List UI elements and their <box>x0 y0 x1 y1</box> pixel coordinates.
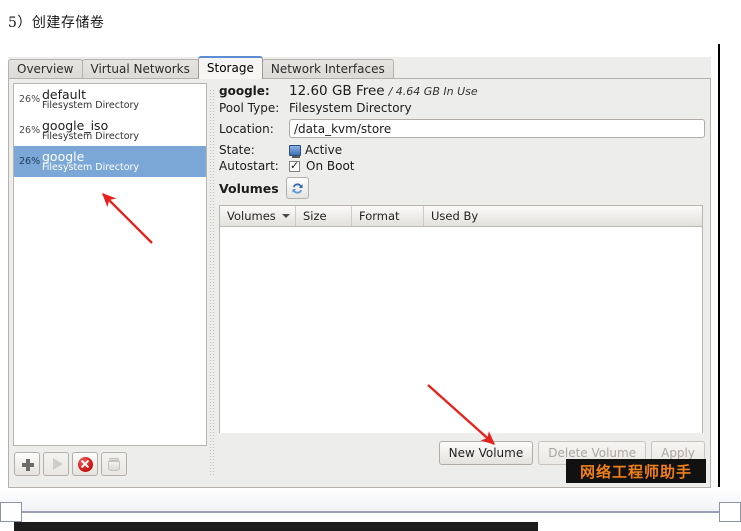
tab-overview[interactable]: Overview <box>8 59 83 79</box>
autostart-checkbox[interactable] <box>289 159 300 172</box>
pool-type-label: Pool Type: <box>219 101 280 115</box>
pool-type: Filesystem Directory <box>42 131 140 143</box>
pool-type: Filesystem Directory <box>42 162 140 174</box>
tab-bar: Overview Virtual Networks Storage Networ… <box>8 56 711 79</box>
stop-pool-button[interactable] <box>72 452 98 476</box>
pool-autostart-value: On Boot <box>306 159 355 173</box>
pool-usage-percent: 26% <box>19 94 41 105</box>
storage-pool-list[interactable]: 26% default Filesystem Directory 26% goo… <box>13 83 207 446</box>
pool-used-space: / 4.64 GB In Use <box>388 84 478 98</box>
pool-state-value: Active <box>305 143 343 157</box>
column-header-format[interactable]: Format <box>352 206 424 226</box>
pool-type-value: Filesystem Directory <box>289 101 412 115</box>
pool-capacity-row: google: 12.60 GB Free / 4.64 GB In Use <box>219 83 705 99</box>
storage-tab-content: 26% default Filesystem Directory 26% goo… <box>8 79 711 488</box>
pool-list-item-default[interactable]: 26% default Filesystem Directory <box>14 84 206 115</box>
bottom-divider-right-cap <box>719 502 741 522</box>
bottom-black-bar <box>14 522 538 531</box>
delete-pool-button[interactable] <box>101 452 127 476</box>
screenshot-root: 5）创建存储卷 Overview Virtual Networks Storag… <box>0 0 741 531</box>
column-header-used-by[interactable]: Used By <box>424 206 702 226</box>
volumes-title: Volumes <box>219 180 279 196</box>
monitor-icon <box>289 144 301 158</box>
chevron-down-icon <box>281 214 290 218</box>
volumes-table-header: Volumes Size Format Used By <box>220 206 702 227</box>
pool-location-input[interactable]: /data_kvm/store <box>289 119 705 138</box>
page-right-edge <box>718 44 720 487</box>
tab-storage[interactable]: Storage <box>197 56 263 79</box>
volumes-table[interactable]: Volumes Size Format Used By <box>219 205 703 433</box>
pool-type: Filesystem Directory <box>42 100 140 112</box>
pool-location-row: Location: /data_kvm/store <box>219 119 705 138</box>
trash-icon <box>108 457 120 471</box>
column-header-volumes[interactable]: Volumes <box>220 206 296 226</box>
pool-free-space: 12.60 GB Free <box>289 83 385 99</box>
page-title: 5）创建存储卷 <box>8 15 105 31</box>
add-pool-button[interactable] <box>14 452 40 476</box>
bottom-divider-left-cap <box>0 502 22 522</box>
virt-manager-window: Overview Virtual Networks Storage Networ… <box>8 56 711 488</box>
refresh-volumes-button[interactable] <box>285 177 309 199</box>
pool-state-row: State: Active <box>219 143 705 158</box>
pool-pane: 26% default Filesystem Directory 26% goo… <box>13 83 207 481</box>
pool-state-label: State: <box>219 143 255 157</box>
watermark: 网络工程师助手 <box>566 459 706 483</box>
pool-type-row: Pool Type: Filesystem Directory <box>219 101 705 115</box>
volumes-header: Volumes <box>219 177 309 199</box>
tab-network-interfaces[interactable]: Network Interfaces <box>261 59 394 79</box>
pool-toolbar <box>14 452 127 476</box>
start-pool-button[interactable] <box>43 452 69 476</box>
pool-info-grid: google: 12.60 GB Free / 4.64 GB In Use P… <box>219 83 705 175</box>
pool-usage-percent: 26% <box>19 125 41 136</box>
pool-list-item-google[interactable]: 26% google Filesystem Directory <box>14 146 206 177</box>
refresh-icon <box>292 182 303 194</box>
page-bottom-fade <box>0 489 741 511</box>
volumes-table-body[interactable] <box>220 227 702 433</box>
pool-detail-pane: google: 12.60 GB Free / 4.64 GB In Use P… <box>217 83 707 481</box>
play-icon <box>52 458 63 470</box>
new-volume-button[interactable]: New Volume <box>438 441 534 465</box>
pool-list-item-google-iso[interactable]: 26% google_iso Filesystem Directory <box>14 115 206 146</box>
pool-autostart-row: Autostart: On Boot <box>219 159 705 174</box>
pool-name-label: google: <box>219 84 270 98</box>
pane-splitter[interactable] <box>209 89 214 475</box>
pool-usage-percent: 26% <box>19 156 41 167</box>
column-header-size[interactable]: Size <box>296 206 352 226</box>
pool-autostart-label: Autostart: <box>219 159 279 173</box>
pool-location-label: Location: <box>219 121 274 136</box>
tab-virtual-networks[interactable]: Virtual Networks <box>81 59 199 79</box>
bottom-divider <box>0 511 741 513</box>
stop-icon <box>77 456 93 472</box>
